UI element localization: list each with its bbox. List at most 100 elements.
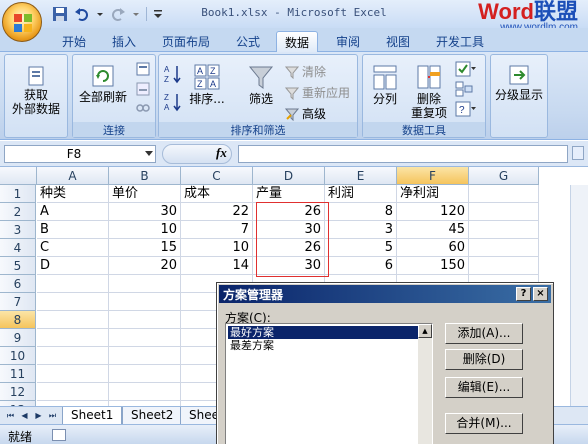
tab-review[interactable]: 审阅	[328, 31, 368, 52]
cell-d3[interactable]: 30	[253, 221, 325, 239]
expand-formula-bar-icon[interactable]	[572, 146, 584, 160]
select-all-corner[interactable]	[0, 167, 37, 185]
column-header-a[interactable]: A	[37, 167, 109, 185]
cell-c4[interactable]: 10	[181, 239, 253, 257]
tab-page-layout[interactable]: 页面布局	[154, 31, 218, 52]
vertical-scrollbar[interactable]	[570, 185, 588, 406]
column-header-c[interactable]: C	[181, 167, 253, 185]
consolidate-icon[interactable]	[455, 81, 473, 97]
scenario-item-best[interactable]: 最好方案	[227, 325, 421, 340]
merge-scenarios-button[interactable]: 合并(M)...	[445, 413, 523, 434]
prev-sheet-icon[interactable]: ◀	[20, 410, 29, 421]
column-header-g[interactable]: G	[469, 167, 539, 185]
tab-developer[interactable]: 开发工具	[428, 31, 492, 52]
advanced-filter-button[interactable]: 高级	[285, 105, 326, 122]
cell-g3[interactable]	[469, 221, 539, 239]
cell-a6[interactable]	[37, 275, 109, 293]
row-header-1[interactable]: 1	[0, 185, 36, 203]
cell-f1[interactable]: 净利润	[397, 185, 469, 203]
column-header-f[interactable]: F	[397, 167, 469, 185]
sheet-tab-sheet1[interactable]: Sheet1	[62, 407, 123, 425]
cell-c2[interactable]: 22	[181, 203, 253, 221]
cell-g2[interactable]	[469, 203, 539, 221]
cell-e5[interactable]: 6	[325, 257, 397, 275]
connections-icon[interactable]	[135, 61, 151, 77]
cell-a11[interactable]	[37, 365, 109, 383]
cell-b4[interactable]: 15	[109, 239, 181, 257]
tab-home[interactable]: 开始	[54, 31, 94, 52]
scroll-up-icon[interactable]: ▲	[418, 324, 432, 338]
cell-b10[interactable]	[109, 347, 181, 365]
cell-f2[interactable]: 120	[397, 203, 469, 221]
cell-d4[interactable]: 26	[253, 239, 325, 257]
cell-b8[interactable]	[109, 311, 181, 329]
cell-f5[interactable]: 150	[397, 257, 469, 275]
cell-a12[interactable]	[37, 383, 109, 401]
row-header-12[interactable]: 12	[0, 383, 36, 401]
get-external-data-button[interactable]: 获取 外部数据	[7, 65, 65, 116]
cell-a9[interactable]	[37, 329, 109, 347]
row-header-6[interactable]: 6	[0, 275, 36, 293]
name-box[interactable]: F8	[4, 145, 156, 163]
scenarios-scrollbar[interactable]: ▲	[418, 324, 432, 444]
cell-a8[interactable]	[37, 311, 109, 329]
row-header-5[interactable]: 5	[0, 257, 36, 275]
help-icon[interactable]: ?	[516, 287, 531, 301]
row-header-7[interactable]: 7	[0, 293, 36, 311]
data-validation-icon[interactable]	[455, 61, 477, 77]
cell-c5[interactable]: 14	[181, 257, 253, 275]
scenario-item-worst[interactable]: 最差方案	[228, 339, 420, 352]
cell-a7[interactable]	[37, 293, 109, 311]
cell-b6[interactable]	[109, 275, 181, 293]
remove-duplicates-button[interactable]: 删除 重复项	[407, 63, 451, 120]
cell-a4[interactable]: C	[37, 239, 109, 257]
close-icon[interactable]: ×	[533, 287, 548, 301]
name-box-dropdown-icon[interactable]	[145, 151, 153, 156]
row-header-10[interactable]: 10	[0, 347, 36, 365]
cell-e2[interactable]: 8	[325, 203, 397, 221]
edit-scenario-button[interactable]: 编辑(E)...	[445, 377, 523, 398]
cell-a1[interactable]: 种类	[37, 185, 109, 203]
text-to-columns-button[interactable]: 分列	[365, 63, 405, 106]
cell-a5[interactable]: D	[37, 257, 109, 275]
cell-b3[interactable]: 10	[109, 221, 181, 239]
row-header-11[interactable]: 11	[0, 365, 36, 383]
cell-a10[interactable]	[37, 347, 109, 365]
insert-function-button[interactable]: fx	[216, 145, 227, 161]
delete-scenario-button[interactable]: 删除(D)	[445, 349, 523, 370]
cell-e1[interactable]: 利润	[325, 185, 397, 203]
column-header-b[interactable]: B	[109, 167, 181, 185]
refresh-all-button[interactable]: 全部刷新	[75, 63, 131, 104]
edit-links-icon[interactable]	[135, 101, 151, 115]
add-scenario-button[interactable]: 添加(A)...	[445, 323, 523, 344]
cell-b11[interactable]	[109, 365, 181, 383]
row-header-2[interactable]: 2	[0, 203, 36, 221]
cell-e3[interactable]: 3	[325, 221, 397, 239]
cell-b9[interactable]	[109, 329, 181, 347]
dialog-title-bar[interactable]: 方案管理器 ? ×	[219, 285, 551, 303]
cell-b12[interactable]	[109, 383, 181, 401]
cell-g1[interactable]	[469, 185, 539, 203]
cell-a3[interactable]: B	[37, 221, 109, 239]
column-header-e[interactable]: E	[325, 167, 397, 185]
sort-asc-icon[interactable]: AZ	[163, 63, 183, 85]
cell-d5[interactable]: 30	[253, 257, 325, 275]
cell-d1[interactable]: 产量	[253, 185, 325, 203]
tab-view[interactable]: 视图	[378, 31, 418, 52]
row-header-8[interactable]: 8	[0, 311, 36, 329]
what-if-analysis-icon[interactable]: ?	[455, 101, 477, 117]
tab-formulas[interactable]: 公式	[228, 31, 268, 52]
first-sheet-icon[interactable]: ⏮	[6, 410, 15, 421]
cell-a2[interactable]: A	[37, 203, 109, 221]
properties-icon[interactable]	[135, 81, 151, 97]
cell-b7[interactable]	[109, 293, 181, 311]
cell-g4[interactable]	[469, 239, 539, 257]
formula-input[interactable]	[238, 145, 568, 163]
column-header-d[interactable]: D	[253, 167, 325, 185]
cell-b1[interactable]: 单价	[109, 185, 181, 203]
macro-record-icon[interactable]	[52, 429, 66, 441]
row-header-3[interactable]: 3	[0, 221, 36, 239]
cell-c1[interactable]: 成本	[181, 185, 253, 203]
filter-button[interactable]: 筛选	[241, 63, 281, 106]
sheet-tab-sheet2[interactable]: Sheet2	[122, 407, 183, 425]
